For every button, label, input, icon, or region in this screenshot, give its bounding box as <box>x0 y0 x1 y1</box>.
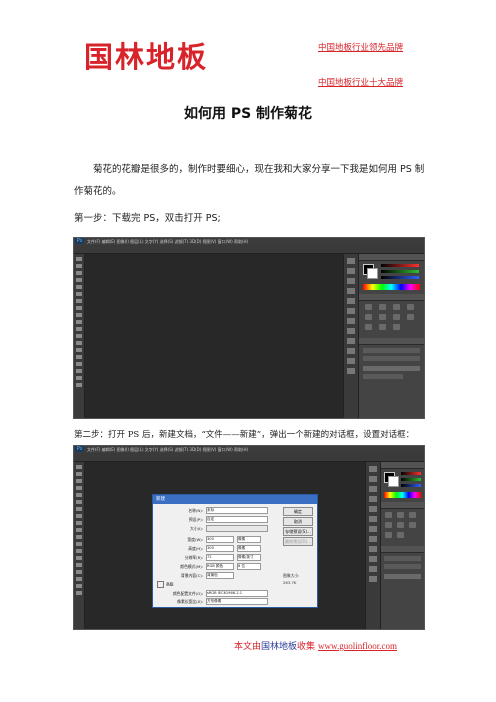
dialog-title: 新建 <box>153 495 317 504</box>
ps-menubar: Ps 文件(F) 编辑(E) 图像(I) 图层(L) 文字(Y) 选择(S) 滤… <box>74 238 424 245</box>
ps-panel-dock <box>358 254 424 418</box>
ps-app-icon-2: Ps <box>75 446 84 452</box>
width-unit-select[interactable]: 像素 <box>237 536 261 543</box>
logo: 国林地板 <box>84 42 209 74</box>
dialog-row-color-mode: 颜色模式(M): RGB 颜色 8 位 <box>159 563 269 570</box>
width-field[interactable]: 300 <box>206 536 234 543</box>
footer-link[interactable]: www.guolinfloor.com <box>318 641 397 651</box>
dialog-row-aspect: 像素长宽比(X): 方形像素 <box>159 598 269 605</box>
dialog-row-background: 背景内容(C): 背景色 <box>159 572 269 579</box>
dialog-row-height: 高度(H): 300 像素 <box>159 545 269 552</box>
dialog-row-width: 宽度(W): 300 像素 <box>159 536 269 543</box>
ps-canvas-area <box>85 254 344 418</box>
footer-brand: 国林地板 <box>261 642 298 652</box>
background-select[interactable]: 背景色 <box>206 572 234 579</box>
footer-source: 本文由国林地板收集 www.guolinfloor.com <box>234 641 397 652</box>
preset-select[interactable]: 自定 <box>206 516 268 523</box>
ps-toolbar <box>74 254 85 418</box>
ps-collapsed-panels <box>343 254 358 418</box>
name-field[interactable]: 未标 <box>206 507 268 514</box>
ps-app-icon: Ps <box>75 238 84 244</box>
dialog-row-resolution: 分辨率(R): 72 像素/英寸 <box>159 554 269 561</box>
ps-collapsed-panels-2 <box>365 462 380 629</box>
dialog-row-size: 大小(I): <box>159 525 269 532</box>
color-mode-select[interactable]: RGB 颜色 <box>206 563 234 570</box>
article-title: 如何用 PS 制作菊花 <box>183 106 313 122</box>
delete-preset-button[interactable]: 删除预设(D)... <box>283 537 313 546</box>
ps-options-bar-2 <box>74 453 424 462</box>
ps-menu-items-2: 文件(F) 编辑(E) 图像(I) 图层(L) 文字(Y) 选择(S) 滤镜(T… <box>87 447 249 452</box>
bit-depth-select[interactable]: 8 位 <box>237 563 261 570</box>
dialog-row-name: 名称(N): 未标 <box>159 507 269 514</box>
aspect-select[interactable]: 方形像素 <box>206 598 268 605</box>
cancel-button[interactable]: 取消 <box>283 517 313 526</box>
resolution-field[interactable]: 72 <box>206 554 234 561</box>
photoshop-screenshot-1: Ps 文件(F) 编辑(E) 图像(I) 图层(L) 文字(Y) 选择(S) 滤… <box>73 237 425 419</box>
profile-select[interactable]: sRGB IEC61966-2.1 <box>206 590 268 597</box>
save-preset-button[interactable]: 存储预设(S)... <box>283 527 313 536</box>
image-size-value: 263.7K <box>283 580 297 585</box>
height-unit-select[interactable]: 像素 <box>237 545 261 552</box>
tagline-top-ten[interactable]: 中国地板行业十大品牌 <box>318 76 403 88</box>
ps-toolbar-2 <box>74 462 85 629</box>
ps-options-bar <box>74 245 424 254</box>
intro-paragraph: 菊花的花瓣是很多的，制作时要细心，现在我和大家分享一下我是如何用 PS 制作菊花… <box>74 164 425 197</box>
step-1-text: 第一步：下载完 PS，双击打开 PS; <box>74 213 221 224</box>
size-select[interactable] <box>206 525 268 532</box>
advanced-toggle[interactable]: 高级 <box>157 581 267 588</box>
dialog-row-preset: 预设(P): 自定 <box>159 516 269 523</box>
ps-panel-dock-2 <box>380 462 424 629</box>
resolution-unit-select[interactable]: 像素/英寸 <box>237 554 261 561</box>
dialog-row-profile: 颜色配置文件(O): sRGB IEC61966-2.1 <box>159 590 269 597</box>
image-size-label: 图像大小: <box>283 573 300 578</box>
ok-button[interactable]: 确定 <box>283 507 313 516</box>
ps-menu-items: 文件(F) 编辑(E) 图像(I) 图层(L) 文字(Y) 选择(S) 滤镜(T… <box>87 239 249 244</box>
ps-menubar-2: Ps 文件(F) 编辑(E) 图像(I) 图层(L) 文字(Y) 选择(S) 滤… <box>74 446 424 453</box>
step-2-text: 第二步：打开 PS 后，新建文档，“文件——新建”，弹出一个新建的对话框，设置对… <box>74 430 415 440</box>
tagline-leading[interactable]: 中国地板行业领先品牌 <box>318 41 403 53</box>
new-document-dialog: 新建 名称(N): 未标 预设(P): 自定 大小(I): 宽度(W): 300 像素 … <box>152 494 318 608</box>
height-field[interactable]: 300 <box>206 545 234 552</box>
